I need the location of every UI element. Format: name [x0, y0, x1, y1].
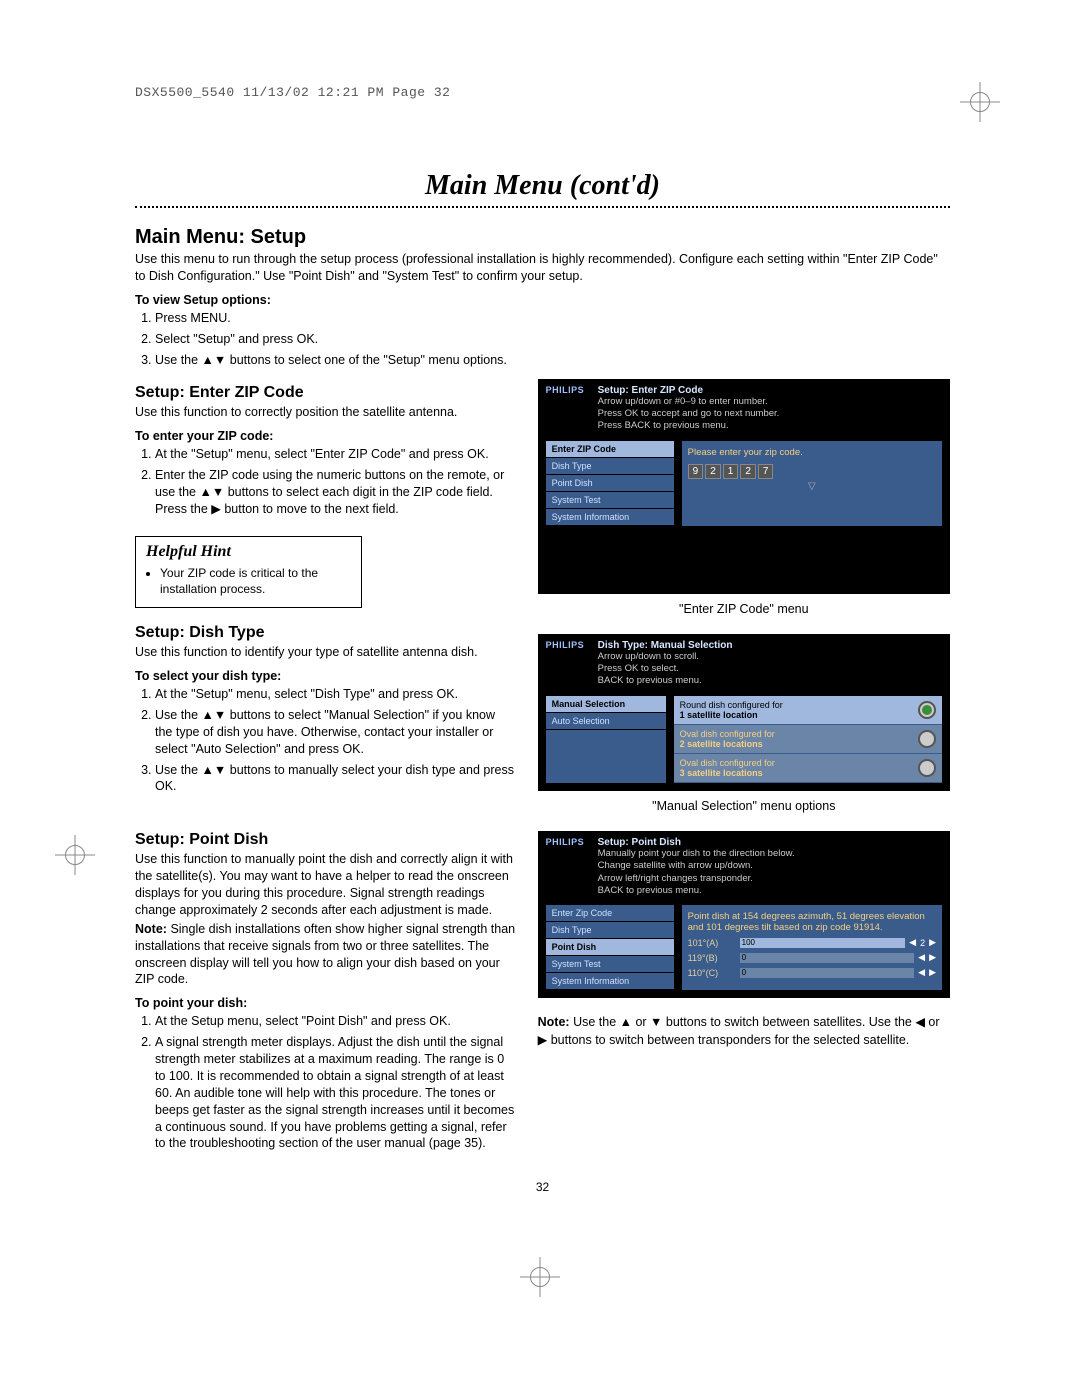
chevron-right-icon[interactable]: ▶ [929, 967, 936, 978]
signal-row: 101°(A) 100 ◀ 2 ▶ [688, 937, 936, 948]
menu-item[interactable]: Manual Selection [546, 696, 666, 713]
ss-instructions: Arrow up/down or #0–9 to enter number. P… [598, 396, 942, 433]
chevron-left-icon[interactable]: ◀ [918, 952, 925, 963]
heading-dish: Setup: Dish Type [135, 624, 516, 642]
section-heading-setup: Main Menu: Setup [135, 226, 950, 249]
registration-mark-bottom [520, 1257, 560, 1297]
bottom-note: Note: Use the ▲ or ▼ buttons to switch b… [538, 1014, 950, 1049]
radio-icon [918, 730, 936, 748]
step: Use the ▲▼ buttons to select one of the … [155, 352, 516, 369]
dotted-rule [135, 206, 950, 212]
philips-logo: PHILIPS [546, 385, 590, 441]
screenshot-dishtype: PHILIPS Dish Type: Manual Selection Arro… [538, 634, 950, 791]
intro-text: Use this menu to run through the setup p… [135, 251, 950, 285]
caption-zip: "Enter ZIP Code" menu [538, 602, 950, 616]
page-title: Main Menu (cont'd) [135, 170, 950, 202]
step: Press MENU. [155, 310, 516, 327]
caption-dish: "Manual Selection" menu options [538, 799, 950, 813]
dish-option[interactable]: Oval dish configured for2 satellite loca… [674, 725, 942, 754]
steps-dish: At the "Setup" menu, select "Dish Type" … [135, 686, 516, 795]
subhead-dish: To select your dish type: [135, 669, 516, 683]
chevron-right-icon[interactable]: ▶ [929, 937, 936, 948]
step: At the "Setup" menu, select "Enter ZIP C… [155, 446, 516, 463]
menu-item[interactable]: Enter ZIP Code [546, 441, 674, 458]
intro-dish: Use this function to identify your type … [135, 644, 516, 661]
zip-digits[interactable]: 92127 [688, 464, 936, 479]
ss-menu: Enter ZIP Code Dish Type Point Dish Syst… [546, 441, 674, 526]
ss-menu: Manual Selection Auto Selection [546, 696, 666, 783]
subhead-view-setup: To view Setup options: [135, 293, 950, 307]
menu-item[interactable]: Point Dish [546, 939, 674, 956]
step: Select "Setup" and press OK. [155, 331, 516, 348]
chevron-down-icon: ▽ [688, 481, 936, 492]
subhead-zip: To enter your ZIP code: [135, 429, 516, 443]
radio-icon [918, 759, 936, 777]
steps-view-setup: Press MENU. Select "Setup" and press OK.… [135, 310, 516, 369]
philips-logo: PHILIPS [546, 640, 590, 696]
step: At the Setup menu, select "Point Dish" a… [155, 1013, 516, 1030]
step: Enter the ZIP code using the numeric but… [155, 467, 516, 518]
note-point: Note: Single dish installations often sh… [135, 921, 516, 989]
heading-point: Setup: Point Dish [135, 831, 516, 849]
philips-logo: PHILIPS [546, 837, 590, 905]
signal-row: 119°(B) 0 ◀ ▶ [688, 952, 936, 963]
signal-row: 110°(C) 0 ◀ ▶ [688, 967, 936, 978]
intro-point: Use this function to manually point the … [135, 851, 516, 919]
panel-text: Point dish at 154 degrees azimuth, 51 de… [688, 911, 936, 933]
menu-item[interactable]: Enter Zip Code [546, 905, 674, 922]
hint-text: Your ZIP code is critical to the install… [160, 565, 351, 597]
radio-checked-icon [918, 701, 936, 719]
menu-item[interactable]: System Test [546, 956, 674, 973]
menu-item[interactable]: Auto Selection [546, 713, 666, 730]
menu-item[interactable]: Dish Type [546, 458, 674, 475]
step: Use the ▲▼ buttons to select "Manual Sel… [155, 707, 516, 758]
ss-title: Setup: Point Dish [598, 837, 942, 848]
dish-option[interactable]: Oval dish configured for3 satellite loca… [674, 754, 942, 783]
panel-text: Please enter your zip code. [688, 447, 936, 458]
menu-item[interactable]: Point Dish [546, 475, 674, 492]
menu-item[interactable]: System Information [546, 973, 674, 990]
helpful-hint-box: Helpful Hint Your ZIP code is critical t… [135, 536, 362, 608]
chevron-left-icon[interactable]: ◀ [918, 967, 925, 978]
ss-title: Dish Type: Manual Selection [598, 640, 942, 651]
screenshot-pointdish: PHILIPS Setup: Point Dish Manually point… [538, 831, 950, 998]
screenshot-zip: PHILIPS Setup: Enter ZIP Code Arrow up/d… [538, 379, 950, 594]
chevron-left-icon[interactable]: ◀ [909, 937, 916, 948]
chevron-right-icon[interactable]: ▶ [929, 952, 936, 963]
steps-point: At the Setup menu, select "Point Dish" a… [135, 1013, 516, 1152]
menu-item[interactable]: Dish Type [546, 922, 674, 939]
ss-title: Setup: Enter ZIP Code [598, 385, 942, 396]
print-header: DSX5500_5540 11/13/02 12:21 PM Page 32 [135, 85, 950, 100]
menu-item[interactable]: System Information [546, 509, 674, 526]
steps-zip: At the "Setup" menu, select "Enter ZIP C… [135, 446, 516, 518]
dish-option[interactable]: Round dish configured for1 satellite loc… [674, 696, 942, 725]
intro-zip: Use this function to correctly position … [135, 404, 516, 421]
step: At the "Setup" menu, select "Dish Type" … [155, 686, 516, 703]
ss-panel: Please enter your zip code. 92127 ▽ [682, 441, 942, 526]
subhead-point: To point your dish: [135, 996, 516, 1010]
step: A signal strength meter displays. Adjust… [155, 1034, 516, 1152]
ss-instructions: Manually point your dish to the directio… [598, 848, 942, 897]
ss-panel: Point dish at 154 degrees azimuth, 51 de… [682, 905, 942, 990]
hint-title: Helpful Hint [146, 543, 351, 561]
menu-item[interactable]: System Test [546, 492, 674, 509]
heading-zip: Setup: Enter ZIP Code [135, 384, 516, 402]
ss-menu: Enter Zip Code Dish Type Point Dish Syst… [546, 905, 674, 990]
dish-options: Round dish configured for1 satellite loc… [674, 696, 942, 783]
page-number: 32 [135, 1180, 950, 1194]
step: Use the ▲▼ buttons to manually select yo… [155, 762, 516, 796]
ss-instructions: Arrow up/down to scroll. Press OK to sel… [598, 651, 942, 688]
